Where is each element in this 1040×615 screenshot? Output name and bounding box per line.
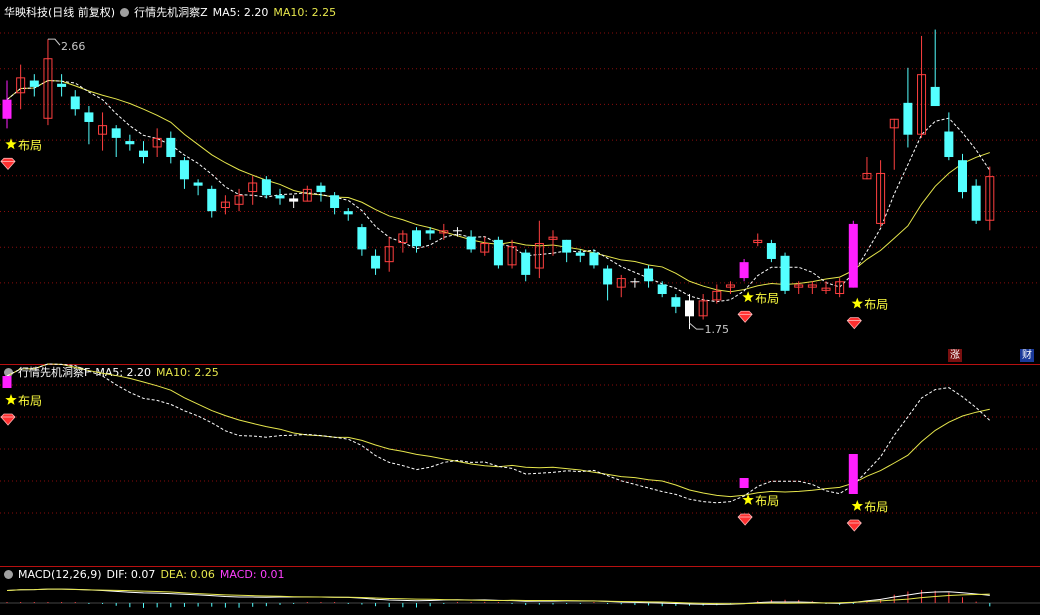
candle-body bbox=[289, 198, 299, 202]
price-low-label: 1.75 bbox=[705, 323, 730, 336]
candle-body bbox=[521, 252, 531, 275]
gem-icon bbox=[846, 317, 862, 330]
candle-body bbox=[316, 185, 326, 193]
sub-signal-bar bbox=[2, 376, 12, 388]
gem-icon bbox=[846, 519, 862, 532]
candle-body bbox=[29, 80, 39, 87]
price-high-label: 2.66 bbox=[61, 40, 85, 53]
candle-body bbox=[493, 239, 503, 266]
sub-signal-bar bbox=[739, 478, 749, 488]
candle-body bbox=[371, 255, 381, 269]
candle-body bbox=[330, 195, 340, 208]
signal-label: 布局 bbox=[18, 138, 42, 152]
gem-icon bbox=[737, 513, 753, 526]
star-icon bbox=[5, 394, 17, 405]
candle-body bbox=[70, 96, 80, 110]
candle-body bbox=[739, 262, 749, 279]
candle-body bbox=[207, 188, 217, 212]
candle-body bbox=[630, 281, 640, 283]
candle-body bbox=[944, 131, 954, 158]
candle-body bbox=[657, 284, 667, 295]
finance-tag[interactable]: 财 bbox=[1020, 349, 1034, 362]
candle-body bbox=[166, 137, 176, 158]
candle-body bbox=[603, 268, 613, 285]
candle-body bbox=[766, 243, 776, 259]
candle-body bbox=[575, 252, 585, 256]
signal-label: 布局 bbox=[864, 298, 888, 312]
gem-icon bbox=[737, 310, 753, 323]
signal-label: 布局 bbox=[755, 494, 779, 508]
dea-line bbox=[6, 588, 990, 605]
candle-body bbox=[412, 230, 421, 247]
high-pointer bbox=[47, 38, 61, 46]
candle-body bbox=[589, 252, 599, 266]
candle-body bbox=[357, 227, 367, 250]
star-icon bbox=[5, 138, 17, 150]
candle-body bbox=[84, 112, 94, 122]
candle-body bbox=[930, 86, 940, 107]
candle-body bbox=[671, 297, 681, 307]
candle-body bbox=[193, 182, 203, 186]
sub-signal-bar bbox=[848, 454, 858, 494]
candle-body bbox=[958, 160, 967, 193]
star-icon bbox=[742, 291, 754, 303]
limit-up-tag[interactable]: 涨 bbox=[948, 349, 962, 362]
signal-label: 布局 bbox=[864, 500, 888, 514]
candle-body bbox=[780, 255, 790, 291]
candle-body bbox=[261, 179, 271, 196]
candle-body bbox=[644, 268, 654, 282]
candle-body bbox=[111, 128, 121, 138]
kline-chart[interactable]: 2.661.75布局布局 布局布局布局 布局 bbox=[0, 0, 1040, 615]
signal-label: 布局 bbox=[755, 291, 779, 305]
sub-ma10-line bbox=[6, 363, 990, 498]
low-pointer bbox=[689, 322, 704, 330]
candle-body bbox=[2, 99, 12, 119]
candle-body bbox=[685, 300, 694, 317]
candle-body bbox=[466, 236, 476, 250]
candle-body bbox=[452, 230, 462, 232]
gem-icon bbox=[0, 157, 16, 170]
candle-body bbox=[125, 141, 135, 145]
candle-body bbox=[848, 223, 858, 288]
candle-body bbox=[425, 230, 435, 234]
candle-body bbox=[179, 160, 189, 180]
candle-body bbox=[343, 211, 353, 215]
candle-body bbox=[139, 150, 148, 158]
star-icon bbox=[851, 297, 863, 309]
candle-body bbox=[971, 185, 981, 221]
candle-body bbox=[57, 83, 67, 87]
candle-body bbox=[903, 102, 913, 135]
signal-label: 布局 bbox=[18, 394, 42, 408]
candle-body bbox=[275, 195, 285, 199]
candle-body bbox=[562, 239, 572, 253]
gem-icon bbox=[0, 413, 16, 426]
star-icon bbox=[851, 500, 863, 511]
